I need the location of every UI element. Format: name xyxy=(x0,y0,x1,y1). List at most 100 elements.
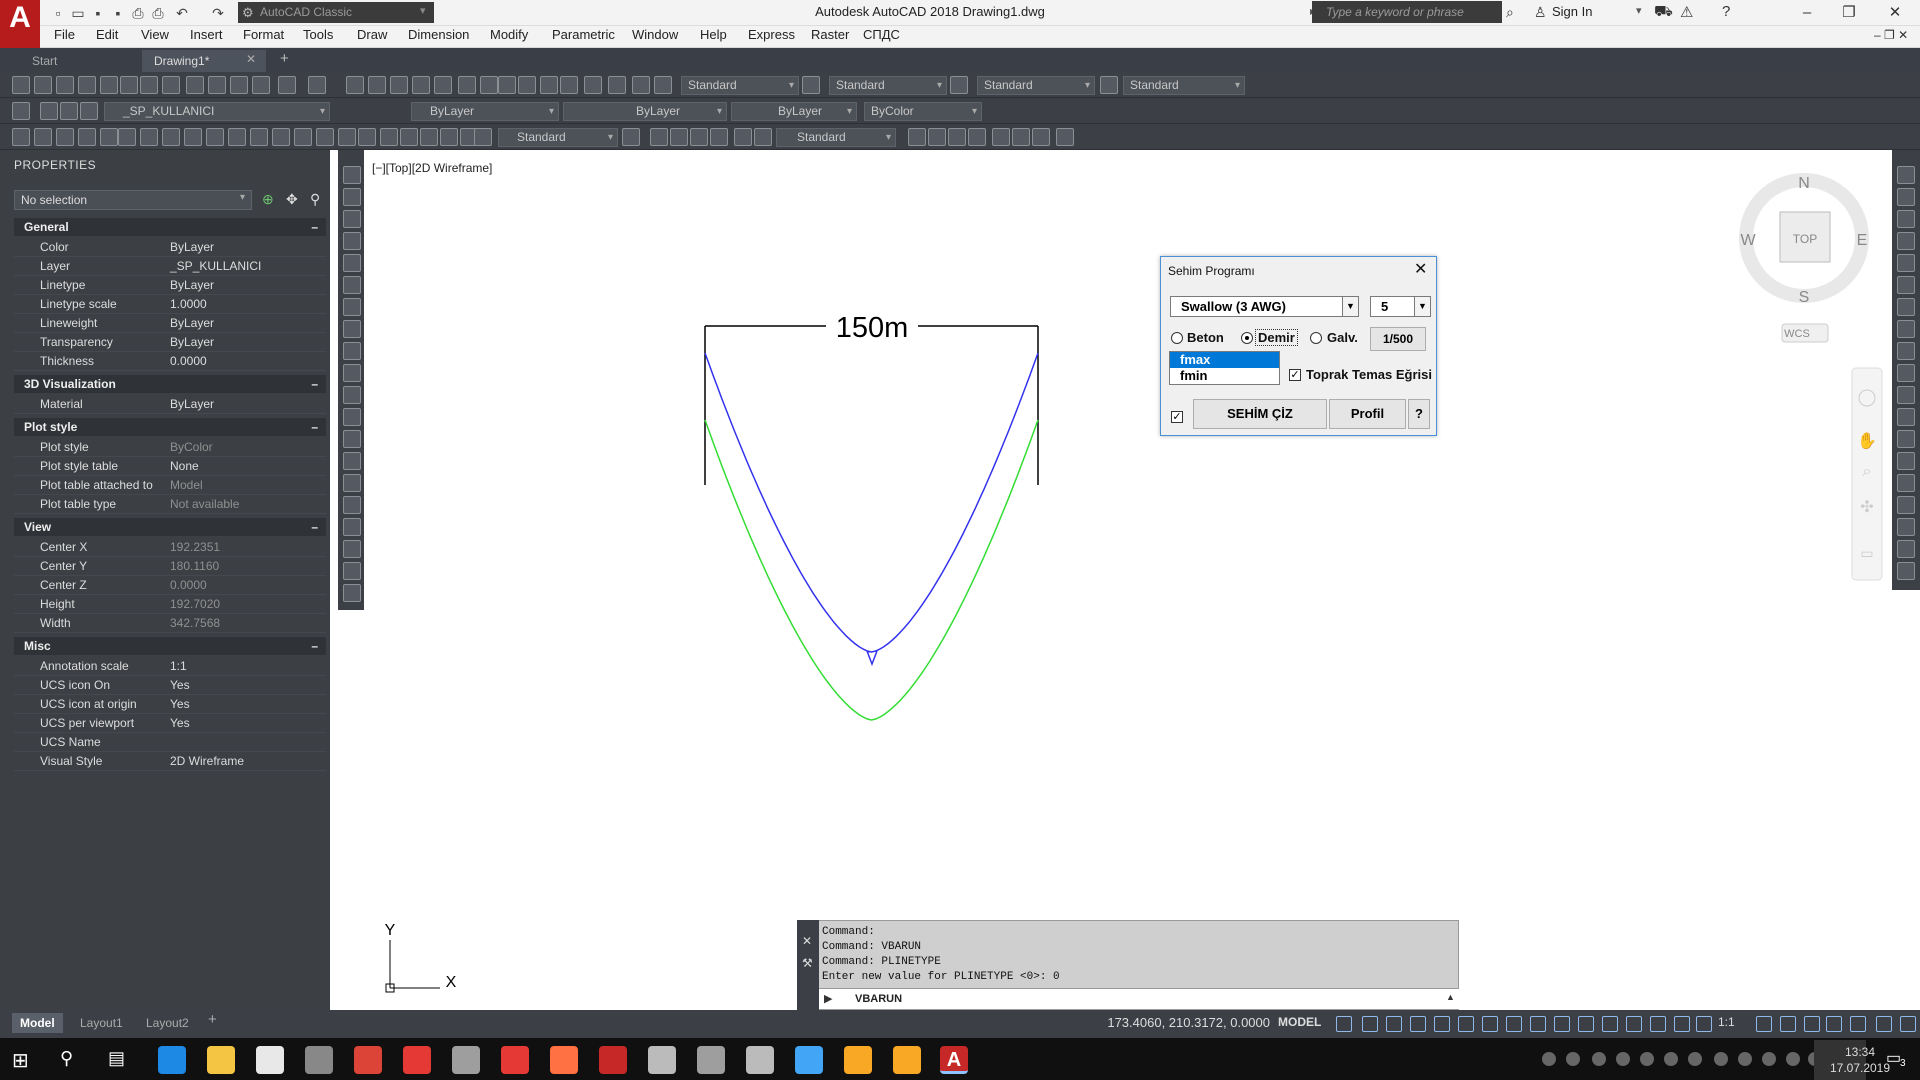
radio-galv[interactable] xyxy=(1310,332,1322,344)
search-icon[interactable]: ⚲ xyxy=(60,1048,73,1069)
tray-icon[interactable] xyxy=(1566,1052,1580,1066)
toprak-label[interactable]: Toprak Temas Eğrisi xyxy=(1306,367,1432,382)
radio-demir[interactable] xyxy=(1241,332,1253,344)
tray-icon[interactable] xyxy=(1664,1052,1678,1066)
toprak-checkbox[interactable]: ✓ xyxy=(1289,369,1301,381)
count-value: 5 xyxy=(1381,299,1389,314)
draw-checkbox[interactable]: ✓ xyxy=(1171,411,1183,423)
tab-layout2[interactable]: Layout2 xyxy=(138,1013,197,1033)
pan-icon: ✋ xyxy=(1857,431,1877,450)
radio-galv-label[interactable]: Galv. xyxy=(1327,330,1358,345)
conductor-value: Swallow (3 AWG) xyxy=(1181,299,1286,314)
status-toggle-icon[interactable] xyxy=(1876,1016,1892,1032)
chevron-up-icon[interactable]: ▲ xyxy=(1446,992,1455,1002)
tab-layout1[interactable]: Layout1 xyxy=(72,1013,131,1033)
chevron-down-icon[interactable]: ▼ xyxy=(1342,297,1358,316)
status-toggle-icon[interactable] xyxy=(1826,1016,1842,1032)
chrome-icon[interactable] xyxy=(354,1046,382,1074)
app-icon[interactable] xyxy=(452,1046,480,1074)
ucs-y-label: Y xyxy=(385,922,396,939)
app-icon[interactable] xyxy=(599,1046,627,1074)
help-button[interactable]: ? xyxy=(1408,399,1430,429)
windows-start-icon[interactable]: ⊞ xyxy=(12,1048,29,1073)
firefox-icon[interactable] xyxy=(550,1046,578,1074)
file-explorer-icon[interactable] xyxy=(207,1046,235,1074)
dialog-close-icon[interactable]: ✕ xyxy=(1414,259,1427,279)
status-toggle-icon[interactable] xyxy=(1900,1016,1916,1032)
viewcube-top-label: TOP xyxy=(1793,232,1817,246)
profil-button[interactable]: Profil xyxy=(1329,399,1406,429)
list-item-fmax[interactable]: fmax xyxy=(1170,352,1279,368)
yandex-icon[interactable] xyxy=(501,1046,529,1074)
wrench-icon[interactable]: ⚒ xyxy=(802,956,813,970)
add-layout-icon[interactable]: + xyxy=(208,1011,217,1028)
command-history-line: Command: PLINETYPE xyxy=(822,956,941,968)
tray-icon[interactable] xyxy=(1786,1052,1800,1066)
status-toggle-icon[interactable] xyxy=(1650,1016,1666,1032)
notification-count: 3 xyxy=(1900,1058,1906,1069)
model-space-button[interactable]: MODEL xyxy=(1278,1015,1321,1029)
conductor-combobox[interactable]: Swallow (3 AWG) ▼ xyxy=(1170,296,1359,317)
edge-icon[interactable] xyxy=(158,1046,186,1074)
chevron-down-icon[interactable]: ▼ xyxy=(1414,297,1430,316)
radio-demir-label[interactable]: Demir xyxy=(1255,329,1298,346)
status-toggle-icon[interactable] xyxy=(1458,1016,1474,1032)
dimension-lines xyxy=(704,325,1039,485)
status-toggle-icon[interactable] xyxy=(1696,1016,1712,1032)
list-item-fmin[interactable]: fmin xyxy=(1170,368,1279,384)
status-toggle-icon[interactable] xyxy=(1434,1016,1450,1032)
status-toggle-icon[interactable] xyxy=(1336,1016,1352,1032)
status-toggle-icon[interactable] xyxy=(1602,1016,1618,1032)
app-icon[interactable] xyxy=(305,1046,333,1074)
close-icon[interactable]: ✕ xyxy=(802,934,812,948)
command-history-line: Command: xyxy=(822,926,875,938)
status-toggle-icon[interactable] xyxy=(1780,1016,1796,1032)
tab-model[interactable]: Model xyxy=(12,1013,63,1033)
tray-icon[interactable] xyxy=(1688,1052,1702,1066)
status-toggle-icon[interactable] xyxy=(1506,1016,1522,1032)
app-icon[interactable] xyxy=(746,1046,774,1074)
status-toggle-icon[interactable] xyxy=(1756,1016,1772,1032)
tray-icon[interactable] xyxy=(1592,1052,1606,1066)
status-toggle-icon[interactable] xyxy=(1850,1016,1866,1032)
app-icon[interactable] xyxy=(844,1046,872,1074)
command-prompt-icon[interactable]: ▶ xyxy=(824,992,832,1005)
status-toggle-icon[interactable] xyxy=(1626,1016,1642,1032)
tray-icon[interactable] xyxy=(1616,1052,1630,1066)
ucs-x-label: X xyxy=(446,974,457,991)
notification-icon[interactable]: ▭ xyxy=(1886,1048,1901,1068)
system-clock[interactable]: 13:34 17.07.2019 xyxy=(1828,1044,1892,1076)
coordinate-readout[interactable]: 173.4060, 210.3172, 0.0000 xyxy=(1100,1015,1270,1030)
calculator-icon[interactable] xyxy=(648,1046,676,1074)
app-icon[interactable] xyxy=(697,1046,725,1074)
opera-icon[interactable] xyxy=(403,1046,431,1074)
viewcube[interactable]: TOP N S E W WCS xyxy=(1739,173,1869,343)
tray-icon[interactable] xyxy=(1714,1052,1728,1066)
status-toggle-icon[interactable] xyxy=(1554,1016,1570,1032)
autocad-taskbar-icon[interactable]: A xyxy=(940,1046,968,1074)
annotation-scale[interactable]: 1:1 xyxy=(1718,1015,1735,1029)
status-toggle-icon[interactable] xyxy=(1482,1016,1498,1032)
status-toggle-icon[interactable] xyxy=(1410,1016,1426,1032)
sehim-ciz-button[interactable]: SEHİM ÇİZ xyxy=(1193,399,1327,429)
count-combobox[interactable]: 5 ▼ xyxy=(1370,296,1431,317)
navigation-bar[interactable]: ✋ ⌕ ✣ ▭ xyxy=(1851,367,1883,581)
status-toggle-icon[interactable] xyxy=(1578,1016,1594,1032)
globe-icon[interactable] xyxy=(795,1046,823,1074)
status-toggle-icon[interactable] xyxy=(1674,1016,1690,1032)
scale-button[interactable]: 1/500 xyxy=(1370,327,1426,351)
tray-icon[interactable] xyxy=(1640,1052,1654,1066)
status-toggle-icon[interactable] xyxy=(1386,1016,1402,1032)
radio-beton-label[interactable]: Beton xyxy=(1187,330,1224,345)
app-icon[interactable] xyxy=(893,1046,921,1074)
mail-icon[interactable] xyxy=(256,1046,284,1074)
radio-beton[interactable] xyxy=(1171,332,1183,344)
task-view-icon[interactable]: ▤ xyxy=(108,1048,125,1069)
tray-icon[interactable] xyxy=(1762,1052,1776,1066)
status-toggle-icon[interactable] xyxy=(1362,1016,1378,1032)
status-toggle-icon[interactable] xyxy=(1530,1016,1546,1032)
tray-icon[interactable] xyxy=(1738,1052,1752,1066)
status-toggle-icon[interactable] xyxy=(1804,1016,1820,1032)
command-input[interactable]: VBARUN xyxy=(819,988,1459,1009)
tray-icon[interactable] xyxy=(1542,1052,1556,1066)
